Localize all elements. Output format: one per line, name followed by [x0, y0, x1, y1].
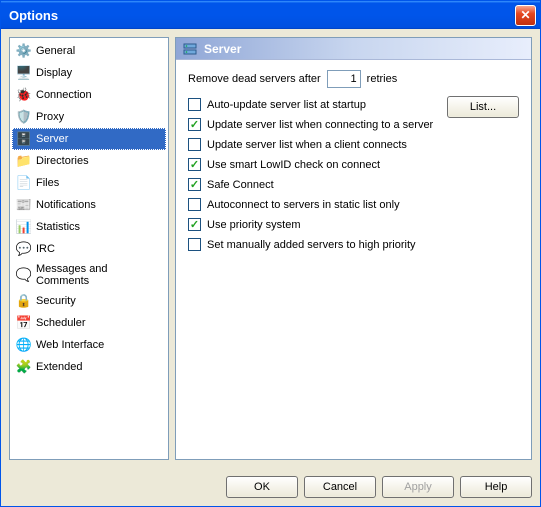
- checkbox[interactable]: [188, 98, 201, 111]
- sidebar-item-messages[interactable]: 🗨️Messages and Comments: [12, 260, 166, 290]
- sidebar-item-files[interactable]: 📄 Files: [12, 172, 166, 194]
- sidebar-item-label: Extended: [36, 361, 82, 373]
- option-row: Autoconnect to servers in static list on…: [188, 198, 519, 211]
- remove-dead-label-before: Remove dead servers after: [188, 73, 321, 85]
- web-icon: 🌐: [16, 337, 32, 353]
- sidebar-item-label: IRC: [36, 243, 55, 255]
- remove-dead-input[interactable]: [327, 70, 361, 88]
- proxy-icon: 🛡️: [16, 109, 32, 125]
- sidebar-item-directories[interactable]: 📁 Directories: [12, 150, 166, 172]
- window-title: Options: [9, 8, 515, 23]
- sidebar-item-label: Connection: [36, 89, 92, 101]
- sidebar-item-label: Directories: [36, 155, 89, 167]
- sidebar-item-irc[interactable]: 💬 IRC: [12, 238, 166, 260]
- statistics-icon: 📊: [16, 219, 32, 235]
- sidebar-item-server[interactable]: 🗄️ Server: [12, 128, 166, 150]
- option-label[interactable]: Autoconnect to servers in static list on…: [207, 199, 400, 211]
- option-label[interactable]: Safe Connect: [207, 179, 274, 191]
- scheduler-icon: 📅: [16, 315, 32, 331]
- sidebar-item-label: Notifications: [36, 199, 96, 211]
- close-icon: ✕: [520, 8, 530, 22]
- checkbox[interactable]: ✓: [188, 178, 201, 191]
- panel-header: Server: [176, 38, 531, 60]
- sidebar-item-notifications[interactable]: 📰 Notifications: [12, 194, 166, 216]
- main-panel: Server Remove dead servers after retries…: [175, 37, 532, 460]
- options-list: Auto-update server list at startup ✓ Updat…: [188, 98, 519, 251]
- sidebar-item-label: Web Interface: [36, 339, 104, 351]
- panel-body: Remove dead servers after retries List..…: [176, 60, 531, 459]
- sidebar-item-label: Display: [36, 67, 72, 79]
- remove-dead-label-after: retries: [367, 73, 398, 85]
- sidebar-item-label: Server: [36, 133, 68, 145]
- cancel-button[interactable]: Cancel: [304, 476, 376, 498]
- irc-icon: 💬: [16, 241, 32, 257]
- sidebar-item-scheduler[interactable]: 📅 Scheduler: [12, 312, 166, 334]
- connection-icon: 🐞: [16, 87, 32, 103]
- sidebar-item-label: Proxy: [36, 111, 64, 123]
- sidebar-item-general[interactable]: ⚙️ General: [12, 40, 166, 62]
- sidebar-item-label: Messages and Comments: [36, 263, 162, 287]
- sidebar-item-label: Statistics: [36, 221, 80, 233]
- apply-button[interactable]: Apply: [382, 476, 454, 498]
- option-row: Update server list when a client connect…: [188, 138, 519, 151]
- option-label[interactable]: Update server list when a client connect…: [207, 139, 407, 151]
- display-icon: 🖥️: [16, 65, 32, 81]
- checkbox[interactable]: ✓: [188, 118, 201, 131]
- list-button[interactable]: List...: [447, 96, 519, 118]
- sidebar-item-proxy[interactable]: 🛡️ Proxy: [12, 106, 166, 128]
- panel-title: Server: [204, 42, 241, 56]
- directories-icon: 📁: [16, 153, 32, 169]
- remove-dead-row: Remove dead servers after retries: [188, 70, 519, 88]
- extended-icon: 🧩: [16, 359, 32, 375]
- checkbox[interactable]: [188, 198, 201, 211]
- sidebar-item-statistics[interactable]: 📊 Statistics: [12, 216, 166, 238]
- sidebar-item-extended[interactable]: 🧩 Extended: [12, 356, 166, 378]
- ok-button[interactable]: OK: [226, 476, 298, 498]
- sidebar-item-label: Scheduler: [36, 317, 86, 329]
- option-row: Set manually added servers to high prior…: [188, 238, 519, 251]
- close-button[interactable]: ✕: [515, 5, 536, 26]
- general-icon: ⚙️: [16, 43, 32, 59]
- options-window: Options ✕ ⚙️ General 🖥️ Display 🐞 Connection 🛡…: [0, 0, 541, 507]
- option-row: ✓ Use priority system: [188, 218, 519, 231]
- sidebar-item-connection[interactable]: 🐞 Connection: [12, 84, 166, 106]
- option-label[interactable]: Use smart LowID check on connect: [207, 159, 380, 171]
- security-icon: 🔒: [16, 293, 32, 309]
- option-label[interactable]: Auto-update server list at startup: [207, 99, 366, 111]
- sidebar-item-security[interactable]: 🔒 Security: [12, 290, 166, 312]
- checkbox[interactable]: ✓: [188, 218, 201, 231]
- checkbox[interactable]: [188, 138, 201, 151]
- help-button[interactable]: Help: [460, 476, 532, 498]
- sidebar-item-label: Files: [36, 177, 59, 189]
- option-row: ✓ Update server list when connecting to a…: [188, 118, 519, 131]
- sidebar-item-display[interactable]: 🖥️ Display: [12, 62, 166, 84]
- checkbox[interactable]: [188, 238, 201, 251]
- option-row: ✓ Use smart LowID check on connect: [188, 158, 519, 171]
- notifications-icon: 📰: [16, 197, 32, 213]
- option-label[interactable]: Use priority system: [207, 219, 301, 231]
- sidebar-item-label: Security: [36, 295, 76, 307]
- window-body: ⚙️ General 🖥️ Display 🐞 Connection 🛡️ Proxy 🗄️ Se…: [1, 29, 540, 468]
- files-icon: 📄: [16, 175, 32, 191]
- server-icon: 🗄️: [16, 131, 32, 147]
- footer: OK Cancel Apply Help: [1, 468, 540, 506]
- titlebar: Options ✕: [1, 1, 540, 29]
- option-label[interactable]: Update server list when connecting to a …: [207, 119, 433, 131]
- messages-icon: 🗨️: [16, 267, 32, 283]
- option-row: ✓ Safe Connect: [188, 178, 519, 191]
- option-label[interactable]: Set manually added servers to high prior…: [207, 239, 416, 251]
- checkbox[interactable]: ✓: [188, 158, 201, 171]
- server-icon: [182, 41, 198, 57]
- sidebar: ⚙️ General 🖥️ Display 🐞 Connection 🛡️ Proxy 🗄️ Se…: [9, 37, 169, 460]
- sidebar-item-web[interactable]: 🌐 Web Interface: [12, 334, 166, 356]
- sidebar-item-label: General: [36, 45, 75, 57]
